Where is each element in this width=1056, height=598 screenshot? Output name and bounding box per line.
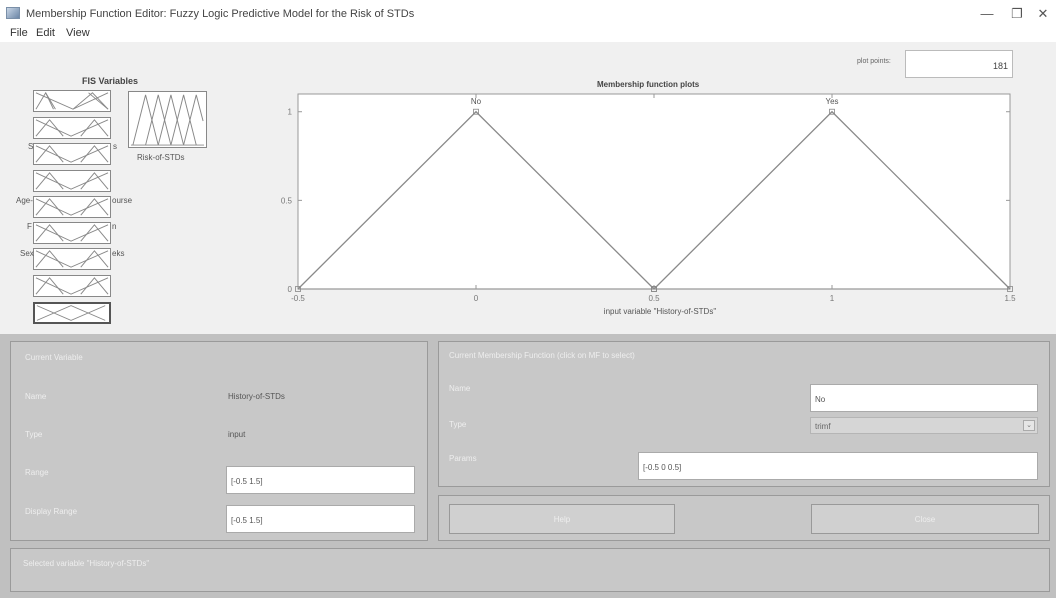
current-variable-title: Current Variable: [25, 353, 83, 362]
x-axis-label: input variable "History-of-STDs": [604, 307, 717, 316]
status-bar: Selected variable "History-of-STDs": [10, 548, 1050, 592]
display-range-label: Display Range: [25, 507, 78, 516]
matlab-app-icon: [6, 7, 20, 19]
range-label: Range: [25, 468, 49, 477]
output-variable-box[interactable]: [128, 91, 207, 148]
current-variable-panel: Current Variable Name History-of-STDs Ty…: [10, 341, 428, 541]
current-mf-title: Current Membership Function (click on MF…: [449, 351, 635, 360]
input-variable-box[interactable]: [33, 275, 111, 297]
variable-label-fragment: ourse: [112, 196, 133, 205]
menu-edit[interactable]: Edit: [36, 27, 55, 39]
variable-label-fragment: F: [27, 222, 32, 231]
variable-label-fragment: Sex: [20, 249, 34, 258]
y-tick-label: 0.5: [281, 196, 293, 205]
current-mf-panel: Current Membership Function (click on MF…: [438, 341, 1050, 487]
plot-area: [297, 93, 1011, 290]
status-text: Selected variable "History-of-STDs": [23, 559, 150, 568]
variable-label-fragment: Age-: [16, 196, 33, 205]
menu-view[interactable]: View: [66, 27, 90, 39]
input-variable-box[interactable]: [33, 196, 111, 218]
variable-label-fragment: n: [112, 222, 117, 231]
range-input[interactable]: [-0.5 1.5]: [226, 466, 415, 494]
y-tick-label: 1: [288, 108, 293, 117]
maximize-button[interactable]: ❐: [1002, 0, 1032, 28]
menu-file[interactable]: File: [10, 27, 28, 39]
x-tick-label: 0: [474, 294, 479, 303]
input-variable-box[interactable]: [33, 143, 111, 165]
variable-name-value: History-of-STDs: [228, 392, 285, 401]
help-button[interactable]: Help: [449, 504, 675, 534]
mf-label-no: No: [471, 97, 482, 106]
mf-type-select[interactable]: trimf ⌄: [810, 417, 1038, 434]
mf-params-label: Params: [449, 454, 477, 463]
variable-type-value: input: [228, 430, 246, 439]
input-variable-box[interactable]: [33, 222, 111, 244]
variable-type-label: Type: [25, 430, 43, 439]
mf-name-input[interactable]: No: [810, 384, 1038, 412]
x-tick-label: 1.5: [1004, 294, 1016, 303]
title-bar: Membership Function Editor: Fuzzy Logic …: [0, 0, 1056, 28]
variable-name-label: Name: [25, 392, 47, 401]
input-variable-box[interactable]: [33, 90, 111, 112]
y-tick-label: 0: [288, 285, 293, 294]
input-variable-box[interactable]: [33, 117, 111, 139]
plot-points-input[interactable]: 181: [905, 50, 1013, 78]
mf-type-value: trimf: [815, 422, 831, 431]
plot-points-label: plot points:: [857, 58, 891, 65]
output-variable-label: Risk-of-STDs: [137, 153, 185, 162]
close-window-button[interactable]: ✕: [1030, 0, 1056, 28]
chevron-down-icon[interactable]: ⌄: [1023, 420, 1035, 431]
input-variable-box[interactable]: [33, 248, 111, 270]
mf-name-label: Name: [449, 384, 471, 393]
mf-type-label: Type: [449, 420, 467, 429]
variable-label-fragment: s: [113, 142, 117, 151]
x-tick-label: -0.5: [291, 294, 305, 303]
x-tick-label: 0.5: [648, 294, 660, 303]
button-panel: Help Close: [438, 495, 1050, 541]
mf-label-yes: Yes: [825, 97, 838, 106]
display-range-input[interactable]: [-0.5 1.5]: [226, 505, 415, 533]
variable-label-fragment: S: [28, 142, 34, 151]
input-variable-box-selected[interactable]: [33, 302, 111, 324]
variable-label-fragment: eks: [112, 249, 125, 258]
x-tick-label: 1: [830, 294, 835, 303]
input-variable-box[interactable]: [33, 170, 111, 192]
menu-bar: File Edit View: [0, 26, 1056, 42]
membership-function-plot[interactable]: -0.5 0 0.5 1 1.500.51 No Yes input variable "…: [270, 85, 1030, 320]
window-title: Membership Function Editor: Fuzzy Logic …: [26, 8, 415, 20]
fis-variables-title: FIS Variables: [82, 76, 139, 86]
mf-params-input[interactable]: [-0.5 0 0.5]: [638, 452, 1038, 480]
close-button[interactable]: Close: [811, 504, 1039, 534]
